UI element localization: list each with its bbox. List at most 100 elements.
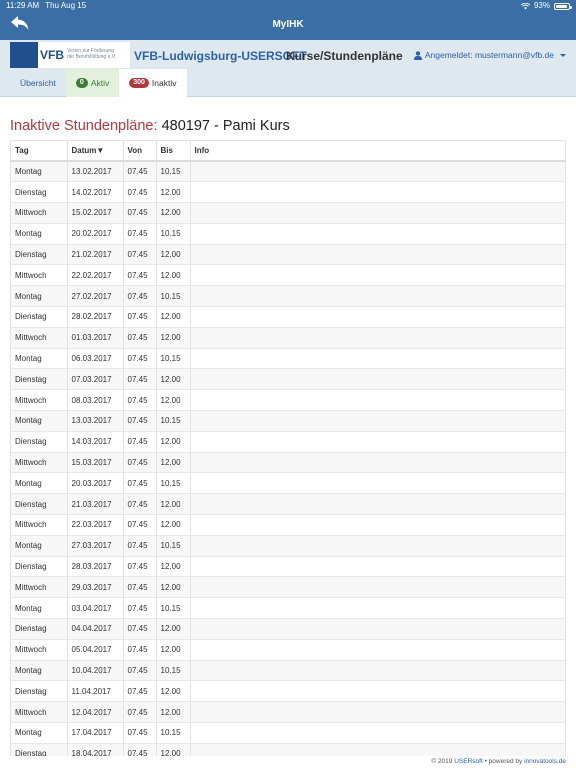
cell-von: 07.45	[123, 576, 157, 598]
cell-bis: 12.00	[156, 430, 191, 453]
cell-tag: Montag	[11, 410, 68, 432]
user-icon	[413, 50, 422, 60]
tab-inactive[interactable]: 300 Inaktiv	[119, 69, 187, 97]
cell-datum: 06.03.2017	[67, 347, 124, 369]
logo-subtitle-line2: der Berufsbildung e.V.	[67, 54, 117, 60]
table-row[interactable]: Dienstag 28.02.2017 07.45 12.00	[11, 306, 565, 328]
table-row[interactable]: Montag 27.02.2017 07.45 10.15	[11, 285, 565, 307]
column-header-tag[interactable]: Tag	[11, 141, 68, 162]
table-row[interactable]: Mittwoch 15.03.2017 07.45 12.00	[11, 451, 565, 473]
page-title: Inaktive Stundenpläne: 480197 - Pami Kur…	[10, 118, 290, 134]
table-row[interactable]: Montag 06.03.2017 07.45 10.15	[11, 347, 565, 369]
cell-von: 07.45	[123, 638, 157, 661]
cell-info	[190, 659, 565, 681]
cell-bis: 10.15	[156, 160, 191, 182]
table-row[interactable]: Mittwoch 08.03.2017 07.45 12.00	[11, 389, 565, 411]
org-name-link[interactable]: VFB-Ludwigsburg-USERSOFT	[134, 49, 307, 63]
cell-info	[190, 285, 565, 307]
cell-datum: 15.02.2017	[67, 202, 124, 224]
table-row[interactable]: Mittwoch 22.03.2017 07.45 12.00	[11, 514, 565, 536]
table-row[interactable]: Montag 03.04.2017 07.45 10.15	[11, 597, 565, 619]
status-time: 11:29 AM	[6, 1, 40, 10]
cell-tag: Mittwoch	[11, 326, 68, 349]
cell-datum: 04.04.2017	[67, 618, 124, 640]
table-row[interactable]: Dienstag 07.03.2017 07.45 12.00	[11, 368, 565, 390]
table-row[interactable]: Montag 13.03.2017 07.45 10.15	[11, 410, 565, 432]
table-row[interactable]: Mittwoch 29.03.2017 07.45 12.00	[11, 576, 565, 598]
cell-info	[190, 181, 565, 203]
table-row[interactable]: Mittwoch 05.04.2017 07.45 12.00	[11, 638, 565, 661]
table-row[interactable]: Dienstag 28.03.2017 07.45 12.00	[11, 555, 565, 577]
table-row[interactable]: Dienstag 18.04.2017 07.45 12.00	[11, 742, 565, 756]
table-row[interactable]: Montag 20.02.2017 07.45 10.15	[11, 222, 565, 245]
cell-tag: Montag	[11, 722, 68, 744]
user-label: Angemeldet: mustermann@vfb.de	[424, 50, 554, 60]
footer-copyright: © 2019	[431, 758, 453, 765]
cell-datum: 08.03.2017	[67, 389, 124, 411]
footer-innovatools-link[interactable]: innovatools.de	[524, 758, 566, 765]
cell-tag: Mittwoch	[11, 451, 68, 473]
column-header-bis[interactable]: Bis	[156, 141, 191, 162]
cell-tag: Dienstag	[11, 555, 68, 577]
cell-info	[190, 347, 565, 369]
cell-info	[190, 534, 565, 557]
cell-von: 07.45	[123, 430, 157, 453]
cell-bis: 12.00	[156, 264, 191, 286]
table-row[interactable]: Dienstag 21.03.2017 07.45 12.00	[11, 493, 565, 515]
cell-tag: Dienstag	[11, 680, 68, 702]
table-row[interactable]: Montag 20.03.2017 07.45 10.15	[11, 472, 565, 494]
cell-tag: Dienstag	[11, 430, 68, 453]
cell-info	[190, 618, 565, 640]
column-header-von[interactable]: Von	[123, 141, 157, 162]
cell-bis: 10.15	[156, 659, 191, 681]
cell-von: 07.45	[123, 410, 157, 432]
cell-bis: 12.00	[156, 680, 191, 702]
cell-von: 07.45	[123, 680, 157, 702]
cell-info	[190, 493, 565, 515]
tab-active[interactable]: 0 Aktiv	[65, 69, 120, 97]
cell-tag: Montag	[11, 659, 68, 681]
cell-bis: 12.00	[156, 326, 191, 349]
table-row[interactable]: Mittwoch 15.02.2017 07.45 12.00	[11, 202, 565, 224]
schedule-table-container[interactable]: Tag Datum▼ Von Bis Info Montag 13.02.2017…	[10, 140, 566, 756]
cell-tag: Montag	[11, 285, 68, 307]
table-row[interactable]: Montag 13.02.2017 07.45 10.15	[11, 160, 565, 182]
cell-datum: 17.04.2017	[67, 722, 124, 744]
cell-tag: Mittwoch	[11, 576, 68, 598]
table-row[interactable]: Mittwoch 12.04.2017 07.45 12.00	[11, 701, 565, 723]
logo-text: VFB	[40, 48, 64, 62]
table-row[interactable]: Dienstag 04.04.2017 07.45 12.00	[11, 618, 565, 640]
table-row[interactable]: Dienstag 14.03.2017 07.45 12.00	[11, 430, 565, 453]
tab-overview[interactable]: Übersicht	[10, 69, 66, 97]
table-row[interactable]: Dienstag 21.02.2017 07.45 12.00	[11, 243, 565, 265]
table-row[interactable]: Dienstag 14.02.2017 07.45 12.00	[11, 181, 565, 203]
tab-active-label: Aktiv	[90, 78, 110, 88]
table-row[interactable]: Dienstag 11.04.2017 07.45 12.00	[11, 680, 565, 702]
cell-von: 07.45	[123, 243, 157, 265]
vfb-logo[interactable]: VFB Verein zur Förderung der Berufsbildun…	[10, 42, 130, 68]
table-row[interactable]: Montag 10.04.2017 07.45 10.15	[11, 659, 565, 681]
cell-info	[190, 264, 565, 286]
cell-bis: 12.00	[156, 243, 191, 265]
table-row[interactable]: Mittwoch 22.02.2017 07.45 12.00	[11, 264, 565, 286]
cell-datum: 10.04.2017	[67, 659, 124, 681]
cell-bis: 12.00	[156, 202, 191, 224]
footer-usersoft-link[interactable]: USERsoft	[454, 758, 483, 765]
cell-tag: Dienstag	[11, 243, 68, 265]
table-row[interactable]: Montag 27.03.2017 07.45 10.15	[11, 534, 565, 557]
cell-von: 07.45	[123, 597, 157, 619]
cell-von: 07.45	[123, 285, 157, 307]
cell-tag: Dienstag	[11, 742, 68, 756]
cell-bis: 10.15	[156, 597, 191, 619]
caret-down-icon	[560, 53, 566, 57]
cell-datum: 27.03.2017	[67, 534, 124, 557]
column-header-info[interactable]: Info	[190, 141, 565, 162]
user-menu[interactable]: Angemeldet: mustermann@vfb.de	[413, 50, 566, 60]
cell-von: 07.45	[123, 722, 157, 744]
cell-datum: 03.04.2017	[67, 597, 124, 619]
column-header-datum[interactable]: Datum▼	[67, 141, 124, 162]
table-row[interactable]: Montag 17.04.2017 07.45 10.15	[11, 722, 565, 744]
table-row[interactable]: Mittwoch 01.03.2017 07.45 12.00	[11, 326, 565, 349]
page-title-prefix: Inaktive Stundenpläne:	[10, 118, 158, 134]
cell-bis: 10.15	[156, 472, 191, 494]
